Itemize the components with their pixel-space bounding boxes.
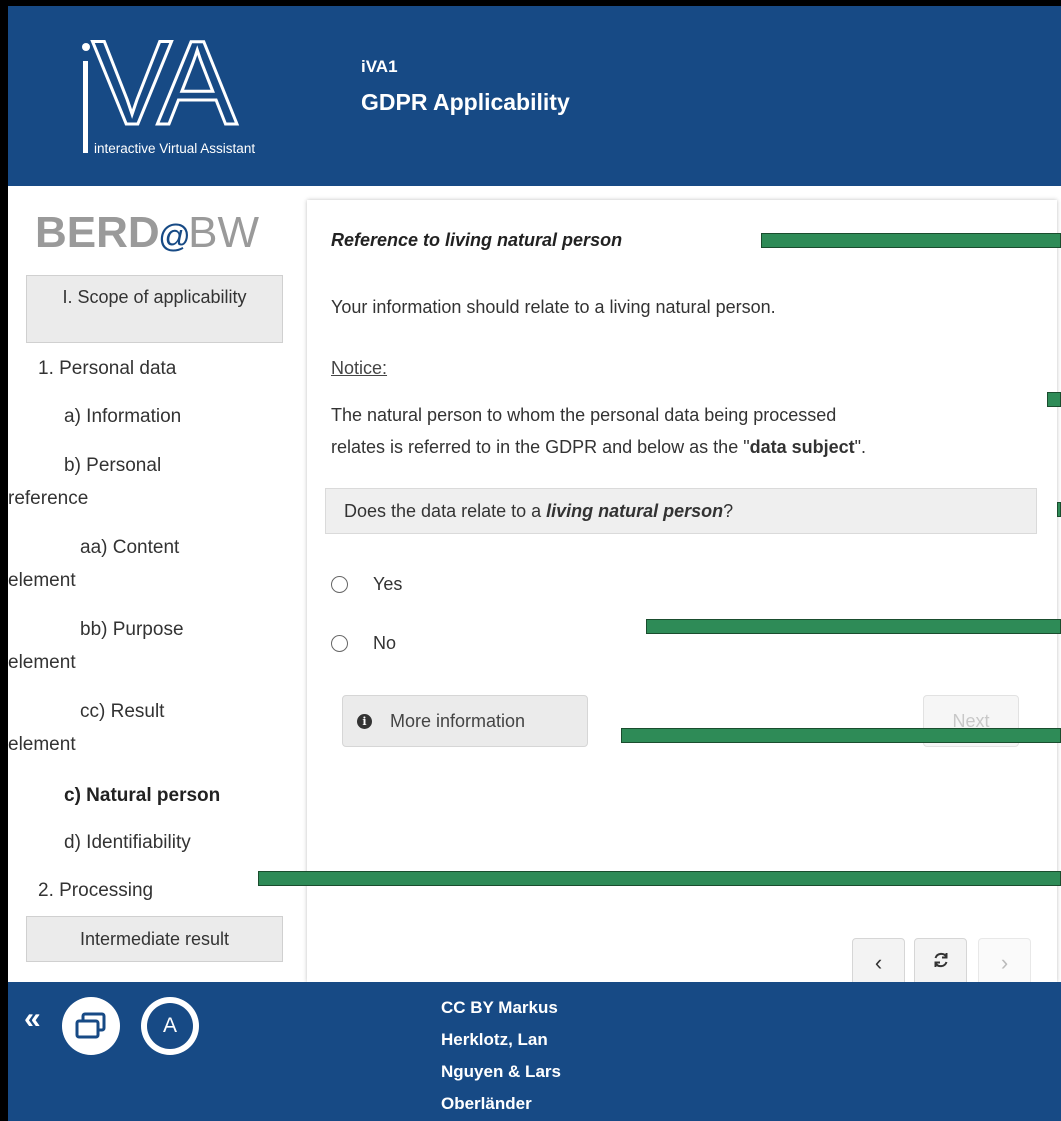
- a-icon[interactable]: A: [141, 997, 199, 1055]
- sidebar-item-identifiability[interactable]: d) Identifiability: [64, 826, 191, 860]
- notice-text-line1: The natural person to whom the personal …: [331, 405, 837, 425]
- logo-letters: VA: [90, 16, 238, 150]
- question-heading: Reference to living natural person: [331, 230, 623, 250]
- option-no[interactable]: No: [331, 633, 396, 654]
- forward-button[interactable]: ›: [978, 938, 1031, 988]
- data-subject-term: data subject: [749, 437, 855, 457]
- sidebar-item-result-element[interactable]: cc) Result: [80, 695, 164, 729]
- chevron-left-icon: ‹: [874, 950, 883, 975]
- sidebar-item-personal-data[interactable]: 1. Personal data: [38, 352, 176, 386]
- annotation-marker: [258, 871, 1061, 886]
- berd-bw-logo: BERD@BW: [35, 208, 260, 257]
- more-information-button[interactable]: i More information: [342, 695, 588, 747]
- refresh-icon: [931, 950, 951, 976]
- annotation-marker: [646, 619, 1061, 634]
- credit-line: Nguyen & Lars: [441, 1062, 561, 1081]
- intro-text: Your information should relate to a livi…: [331, 297, 776, 317]
- annotation-marker: [761, 233, 1061, 248]
- option-yes-label: Yes: [373, 574, 403, 594]
- sidebar-item-purpose-element[interactable]: bb) Purpose: [80, 613, 184, 647]
- sidebar-item-content-element[interactable]: aa) Content: [80, 531, 179, 565]
- windows-icon[interactable]: [62, 997, 120, 1055]
- sidebar: BERD@BW I. Scope of applicability 1. Per…: [8, 186, 304, 982]
- sidebar-item-content-element-cont[interactable]: element: [8, 564, 76, 598]
- logo-bar: [83, 61, 88, 153]
- credit-text: CC BY Markus Herklotz, Lan Nguyen & Lars…: [441, 992, 621, 1120]
- logo-dot: [82, 43, 90, 51]
- app-header: VA interactive Virtual Assistant iVA1 GD…: [8, 6, 1061, 186]
- question-panel: Reference to living natural person Your …: [307, 200, 1057, 988]
- info-icon: i: [357, 713, 372, 729]
- section-scope-button[interactable]: I. Scope of applicability: [26, 275, 283, 343]
- radio-yes[interactable]: [331, 576, 348, 593]
- sidebar-item-processing[interactable]: 2. Processing: [38, 874, 153, 908]
- sidebar-item-purpose-element-cont[interactable]: element: [8, 646, 76, 680]
- more-information-label: More information: [390, 710, 526, 731]
- question-box: Does the data relate to a living natural…: [325, 488, 1037, 534]
- radio-no[interactable]: [331, 635, 348, 652]
- sidebar-item-personal-reference[interactable]: b) Personal: [64, 449, 161, 483]
- app-footer: « A CC BY Markus Herklotz, Lan Nguyen & …: [8, 982, 1061, 1121]
- sidebar-item-natural-person[interactable]: c) Natural person: [64, 779, 220, 813]
- logo-subtitle: interactive Virtual Assistant: [94, 141, 256, 156]
- back-button[interactable]: ‹: [852, 938, 905, 988]
- chevron-right-icon: ›: [1000, 950, 1009, 975]
- window-frame-left: [0, 0, 8, 1121]
- annotation-marker: [621, 728, 1061, 743]
- reload-button[interactable]: [914, 938, 967, 988]
- option-no-label: No: [373, 633, 397, 653]
- notice-text-line2: relates is referred to in the GDPR and b…: [331, 437, 867, 457]
- page-title: GDPR Applicability: [361, 89, 570, 115]
- sidebar-item-personal-reference-cont[interactable]: reference: [8, 482, 88, 516]
- credit-line: Oberländer: [441, 1094, 532, 1113]
- iva-logo: VA interactive Virtual Assistant: [46, 22, 296, 159]
- a-icon-label: A: [147, 1003, 193, 1049]
- app-code: iVA1: [361, 57, 398, 76]
- credit-line: Herklotz, Lan: [441, 1030, 548, 1049]
- credit-line: CC BY Markus: [441, 998, 558, 1017]
- notice-label: Notice:: [331, 358, 388, 378]
- sidebar-item-result-element-cont[interactable]: element: [8, 728, 76, 762]
- option-yes[interactable]: Yes: [331, 574, 402, 595]
- sidebar-item-information[interactable]: a) Information: [64, 400, 181, 434]
- annotation-marker: [1047, 392, 1061, 407]
- intermediate-result-button[interactable]: Intermediate result: [26, 916, 283, 962]
- double-chevron-left-icon[interactable]: «: [24, 1004, 41, 1034]
- annotation-marker: [1057, 502, 1061, 517]
